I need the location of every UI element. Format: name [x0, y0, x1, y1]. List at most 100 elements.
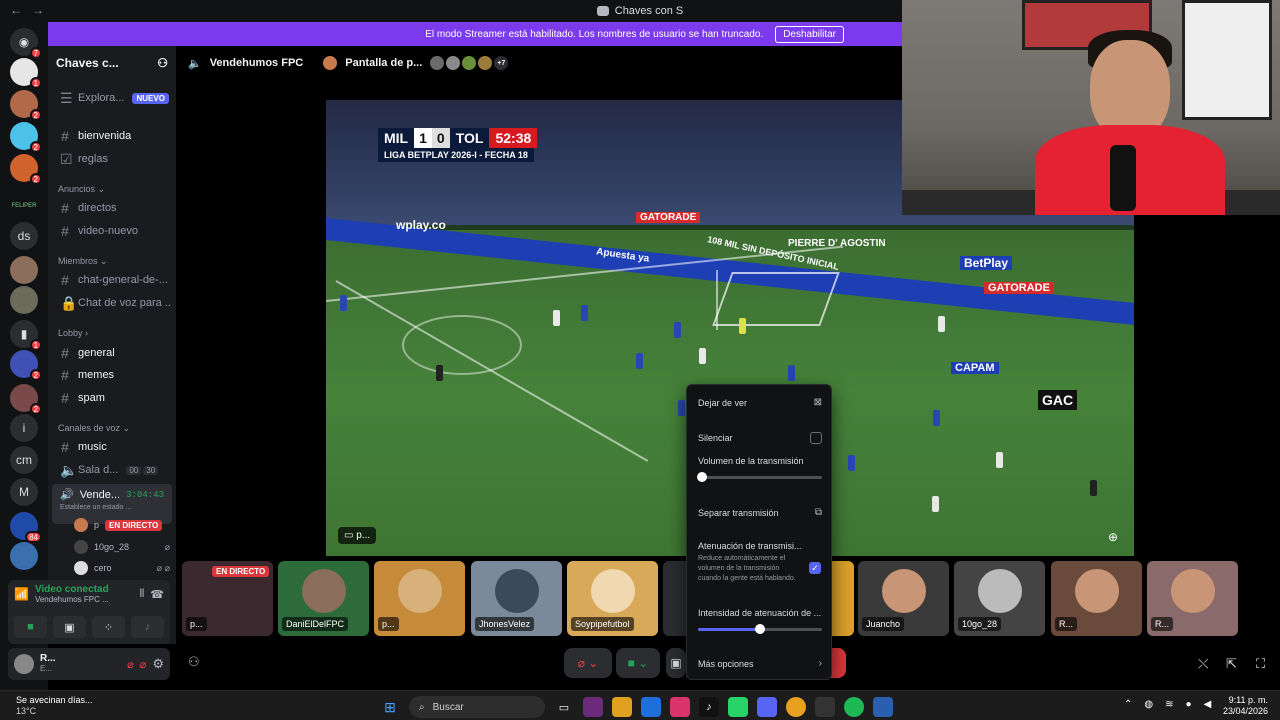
- muted-mic-icon[interactable]: ⌀: [127, 658, 134, 671]
- camera-toggle-button[interactable]: ■ ⌄: [616, 648, 660, 678]
- chrome-icon[interactable]: [786, 697, 806, 717]
- file-explorer-icon[interactable]: [612, 697, 632, 717]
- taskbar-search[interactable]: ⌕ Buscar: [409, 696, 545, 718]
- invite-icon[interactable]: ⚇: [157, 56, 168, 70]
- server-icon-1[interactable]: 1: [10, 58, 42, 89]
- task-view-icon[interactable]: ▭: [554, 697, 574, 717]
- category-anuncios[interactable]: Anuncios ⌄: [58, 184, 105, 195]
- settings-gear-icon[interactable]: ⚙: [152, 656, 164, 672]
- app-icon[interactable]: [815, 697, 835, 717]
- participant-tile[interactable]: p...: [374, 561, 465, 636]
- disconnect-icon[interactable]: ☎: [150, 588, 164, 601]
- explore-item[interactable]: ☰ Explora... NUEVO: [52, 88, 172, 108]
- channel-memes[interactable]: # memes: [52, 365, 172, 385]
- deafen-icon[interactable]: ⌀: [140, 658, 147, 671]
- windows-start-icon[interactable]: ⊞: [380, 697, 400, 717]
- screen-share-toggle[interactable]: ▣: [666, 648, 686, 678]
- category-canales-de-voz[interactable]: Canales de voz ⌄: [58, 423, 130, 434]
- voice-channel-sala[interactable]: 🔈 Sala d... 00 30: [52, 460, 172, 480]
- weather-widget[interactable]: Se avecinan días... 13°C: [16, 695, 93, 717]
- participant-tile[interactable]: DaniElDelFPC: [278, 561, 369, 636]
- participant-tile[interactable]: R...: [1147, 561, 1238, 636]
- intensity-slider-knob[interactable]: [755, 624, 765, 634]
- volume-slider[interactable]: [697, 472, 822, 482]
- clock[interactable]: 9:11 p. m. 23/04/2026: [1223, 695, 1268, 717]
- camera-button[interactable]: ■: [14, 616, 47, 638]
- server-icon-m[interactable]: M: [10, 478, 38, 506]
- back-icon[interactable]: ←: [10, 3, 22, 17]
- participant-tile[interactable]: Juancho: [858, 561, 949, 636]
- intensity-slider[interactable]: [698, 624, 822, 634]
- add-people-icon[interactable]: ⚇: [188, 654, 200, 670]
- channel-video-nuevo[interactable]: # video-nuevo: [52, 221, 172, 241]
- fullscreen-icon[interactable]: ⛶: [1256, 656, 1265, 672]
- server-icon-7[interactable]: ▮ 1: [10, 320, 42, 351]
- stream-owner-tag[interactable]: ▭ p...: [338, 527, 377, 544]
- participant-tile[interactable]: JhonesVelez: [471, 561, 562, 636]
- server-icon-10[interactable]: 84: [10, 512, 42, 543]
- server-icon-feliper[interactable]: FELIPER: [10, 192, 38, 220]
- hide-members-icon[interactable]: ⤬: [1198, 656, 1208, 672]
- attenuation-checkbox[interactable]: ✓: [809, 562, 821, 574]
- server-icon-2[interactable]: 2: [10, 90, 42, 121]
- server-icon-ds[interactable]: ds: [10, 222, 38, 250]
- direct-messages-icon[interactable]: ◉ 7: [10, 28, 42, 59]
- tiktok-icon[interactable]: ♪: [699, 697, 719, 717]
- more-options-item[interactable]: Más opciones ›: [698, 658, 822, 669]
- mic-icon[interactable]: ●: [1186, 699, 1192, 710]
- app-icon[interactable]: [873, 697, 893, 717]
- participant-tile[interactable]: 10go_28: [954, 561, 1045, 636]
- popout-stream-item[interactable]: Separar transmisión ⧉: [698, 507, 822, 518]
- screen-share-button[interactable]: ▣: [53, 616, 86, 638]
- channel-general[interactable]: # general: [52, 343, 172, 363]
- soundboard-button[interactable]: ♪: [131, 616, 164, 638]
- channel-spam[interactable]: # spam: [52, 388, 172, 408]
- volume-slider-knob[interactable]: [697, 472, 707, 482]
- whatsapp-icon[interactable]: [728, 697, 748, 717]
- app-icon[interactable]: [583, 697, 603, 717]
- channel-bienvenida[interactable]: # bienvenida: [52, 126, 172, 146]
- server-icon-8[interactable]: 2: [10, 350, 42, 381]
- discord-icon[interactable]: [757, 697, 777, 717]
- tray-chevron-icon[interactable]: ⌃: [1124, 699, 1132, 710]
- store-icon[interactable]: [641, 697, 661, 717]
- more-viewers-count[interactable]: +7: [494, 56, 509, 70]
- channel-chat-general[interactable]: # chat-general-de-...: [52, 270, 172, 290]
- voice-user[interactable]: p EN DIRECTO: [74, 516, 170, 534]
- set-status-hint[interactable]: Establece un estado ...: [60, 504, 164, 511]
- server-icon-4[interactable]: 2: [10, 154, 42, 185]
- activities-button[interactable]: ⁘: [92, 616, 125, 638]
- server-icon-i[interactable]: i: [10, 414, 38, 442]
- volume-icon[interactable]: ◀: [1204, 699, 1212, 710]
- server-icon-6[interactable]: [10, 286, 38, 314]
- forward-icon[interactable]: →: [32, 3, 44, 17]
- server-icon-9[interactable]: 2: [10, 384, 42, 415]
- mute-item[interactable]: Silenciar: [698, 432, 822, 444]
- wifi-icon[interactable]: ≋: [1165, 699, 1173, 710]
- channel-directos[interactable]: # directos: [52, 198, 172, 218]
- channel-reglas[interactable]: ☑ reglas: [52, 149, 172, 169]
- mic-toggle-button[interactable]: ⌀ ⌄: [564, 648, 612, 678]
- server-icon-cm[interactable]: cm: [10, 446, 38, 474]
- app-icon[interactable]: [670, 697, 690, 717]
- voice-channel-name[interactable]: Vendehumos FPC ...: [35, 595, 109, 604]
- spotify-icon[interactable]: [844, 697, 864, 717]
- voice-user[interactable]: 10go_28 ⌀: [74, 538, 170, 556]
- participant-tile[interactable]: EN DIRECTO p...: [182, 561, 273, 636]
- server-icon-5[interactable]: [10, 256, 38, 284]
- server-icon-11[interactable]: [10, 542, 38, 570]
- attenuation-item[interactable]: Atenuación de transmisi...: [698, 541, 822, 551]
- popout-icon[interactable]: ⇱: [1226, 656, 1237, 672]
- voice-user[interactable]: cero ⌀ ⌀: [74, 559, 170, 577]
- disable-streamer-button[interactable]: Deshabilitar: [775, 25, 844, 43]
- server-header[interactable]: Chaves c... ⚇: [48, 46, 176, 80]
- screen-title[interactable]: Pantalla de p...: [345, 57, 422, 69]
- zoom-icon[interactable]: ⊕: [1108, 530, 1118, 544]
- participant-tile[interactable]: Soypipefutbol: [567, 561, 658, 636]
- mute-checkbox[interactable]: [810, 432, 822, 444]
- noise-suppression-icon[interactable]: ⫴: [140, 588, 145, 601]
- participant-tile[interactable]: R...: [1051, 561, 1142, 636]
- network-icon[interactable]: ◍: [1144, 699, 1153, 710]
- category-lobby[interactable]: Lobby ›: [58, 328, 88, 338]
- stop-watching-item[interactable]: Dejar de ver ⊠: [698, 397, 822, 408]
